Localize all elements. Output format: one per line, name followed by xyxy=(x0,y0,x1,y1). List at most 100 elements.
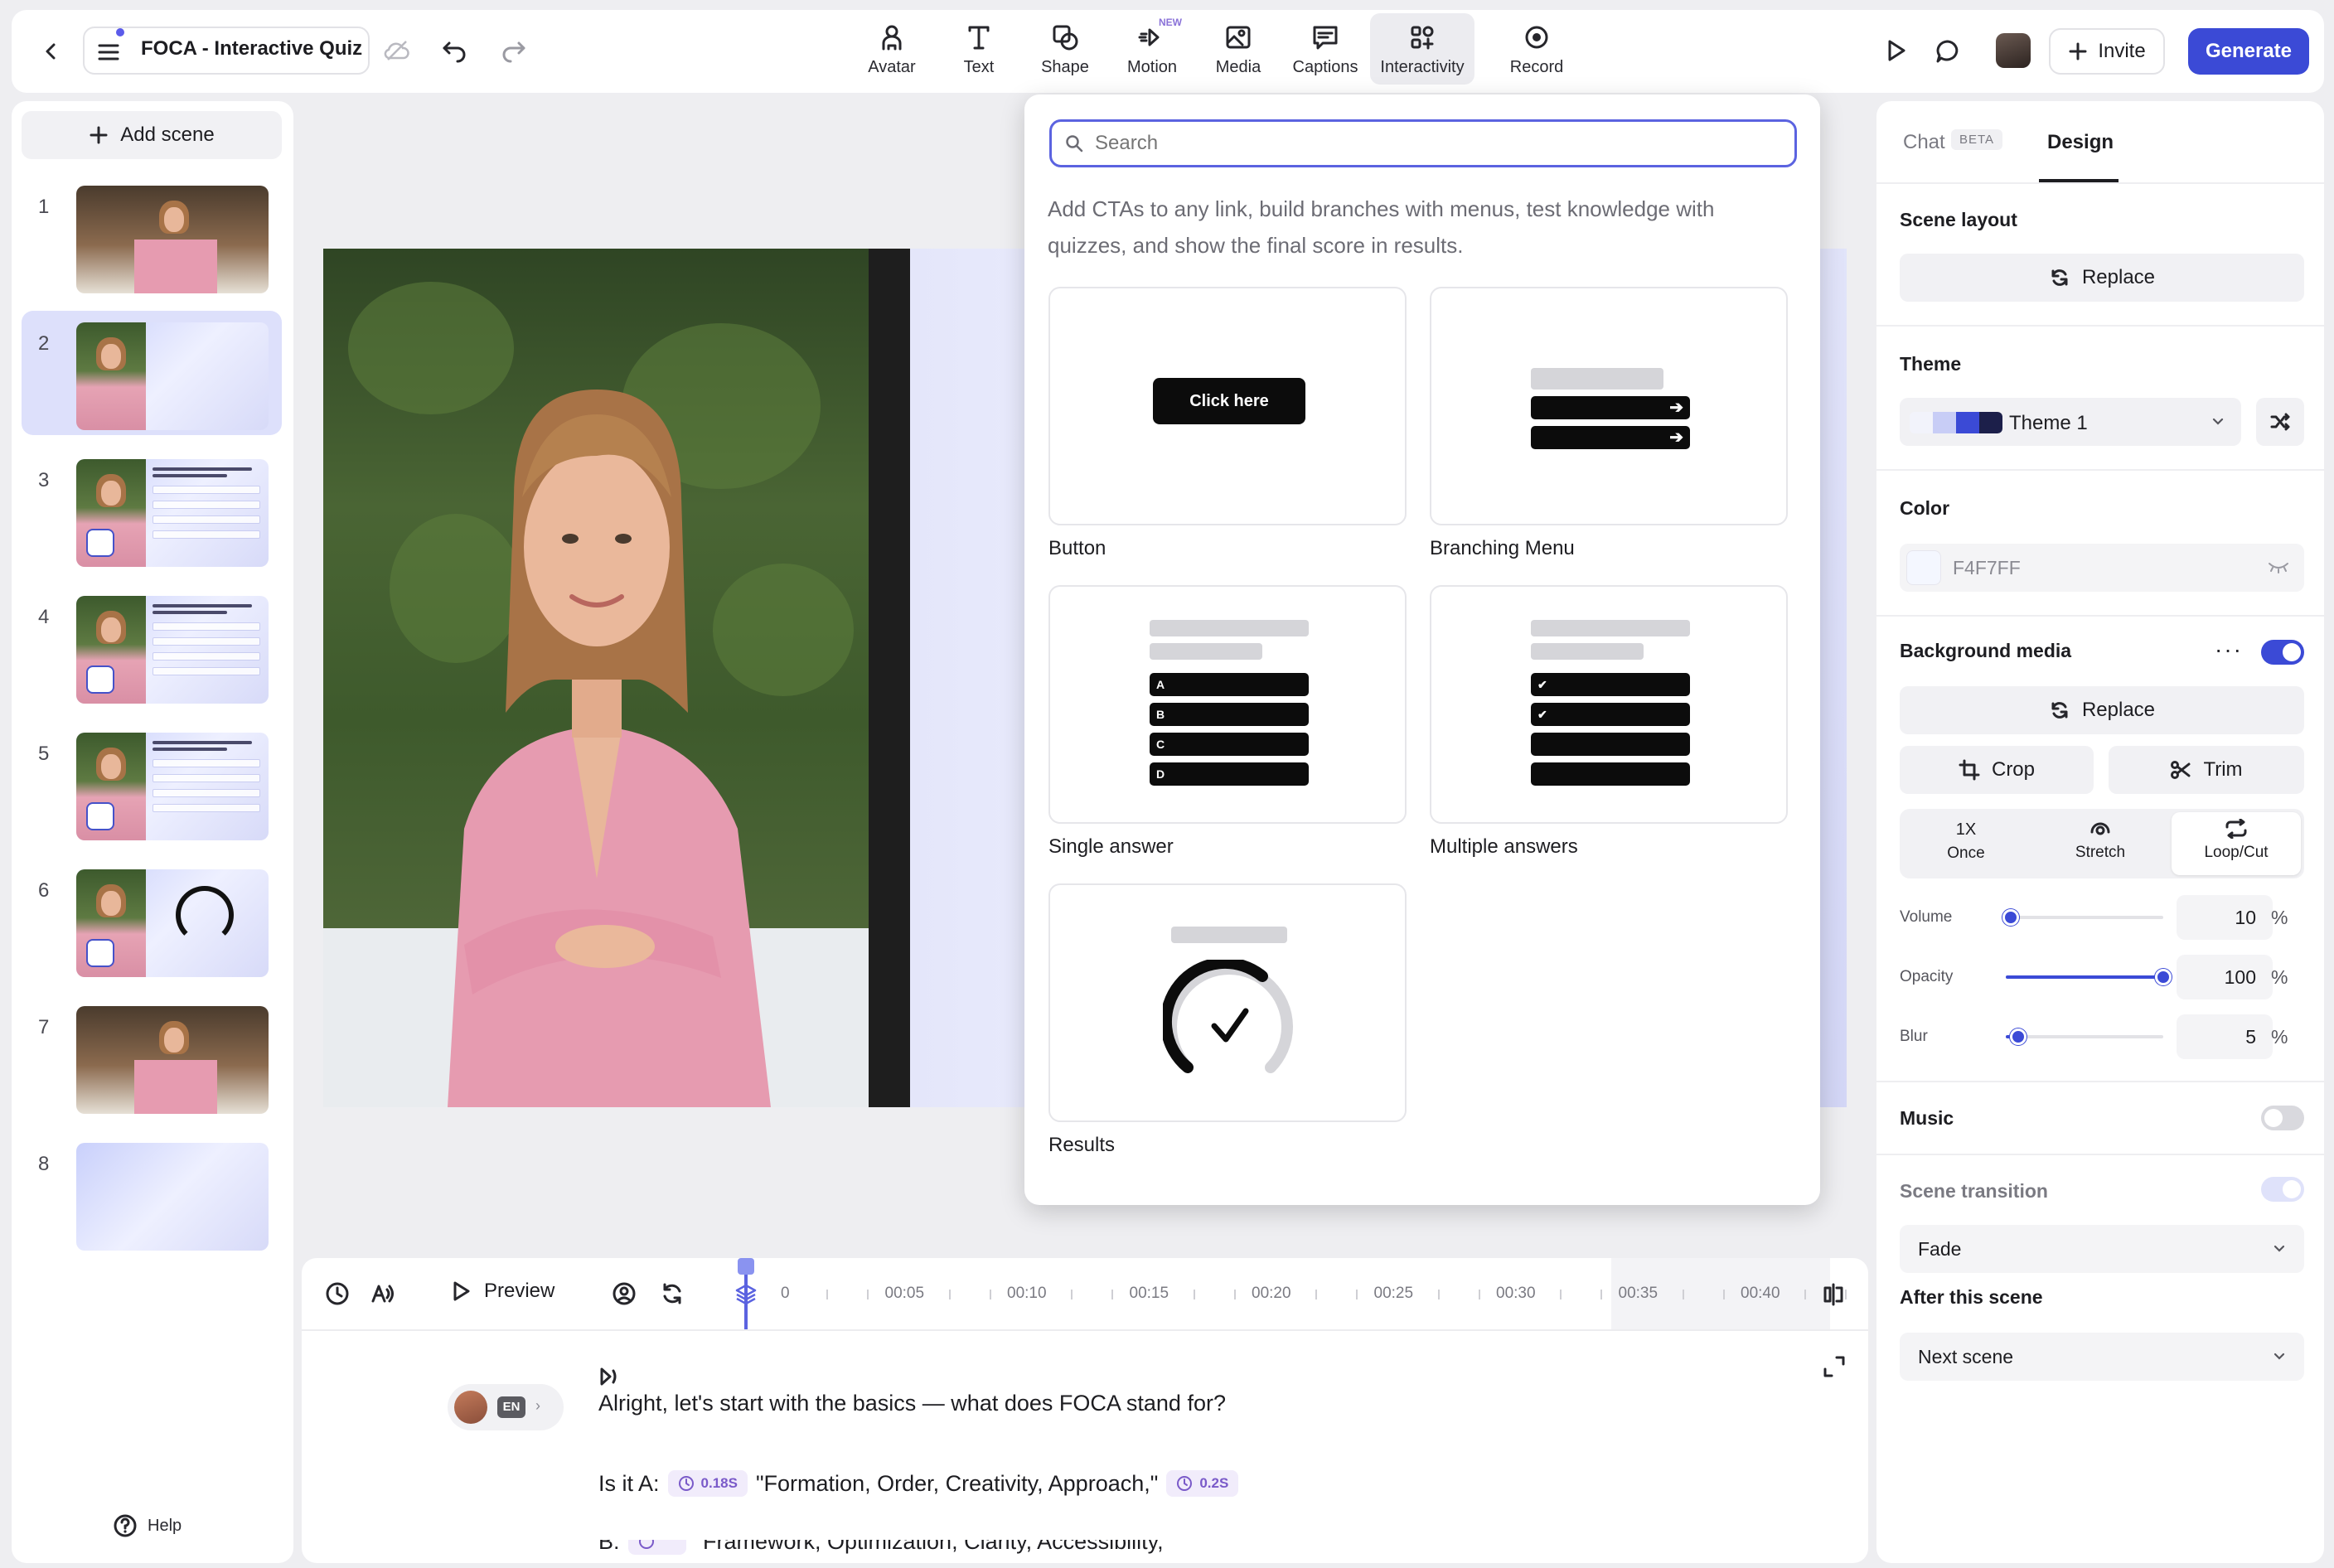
slider-value-input[interactable]: 5 xyxy=(2177,1014,2273,1059)
notification-dot xyxy=(116,28,124,36)
tool-avatar[interactable]: Avatar xyxy=(852,23,932,77)
layout-replace-button[interactable]: Replace xyxy=(1900,254,2304,302)
timeline-tick-label: 00:40 xyxy=(1741,1285,1780,1302)
scene-transition-toggle[interactable] xyxy=(2261,1177,2304,1202)
slider-track[interactable] xyxy=(2006,1028,2163,1045)
slider-fill xyxy=(2006,975,2163,979)
stretch-icon xyxy=(2090,822,2110,835)
interactivity-search[interactable] xyxy=(1049,119,1797,167)
expand-icon[interactable] xyxy=(1822,1354,1847,1379)
trim-button[interactable]: Trim xyxy=(2109,746,2304,794)
invite-button[interactable]: Invite xyxy=(2049,28,2165,75)
split-icon[interactable] xyxy=(1820,1281,1847,1308)
timeline-tick-label: 0 xyxy=(781,1285,790,1302)
clock-icon[interactable] xyxy=(325,1281,350,1306)
refresh-icon[interactable] xyxy=(660,1281,685,1306)
tool-text[interactable]: Text xyxy=(939,23,1019,77)
tab-design[interactable]: Design xyxy=(2047,131,2114,154)
pause-chip[interactable]: 0.2S xyxy=(1166,1470,1239,1497)
card-results-label: Results xyxy=(1048,1134,1116,1156)
tool-motion[interactable]: Motion xyxy=(1112,23,1192,77)
button-preview: Click here xyxy=(1153,378,1305,424)
slider-track[interactable] xyxy=(2006,969,2172,985)
tool-interactivity[interactable]: Interactivity xyxy=(1370,13,1474,85)
scene-item[interactable]: 1 xyxy=(22,174,282,298)
slider-value-input[interactable]: 100 xyxy=(2177,955,2273,999)
tool-record[interactable]: Record xyxy=(1497,23,1576,77)
slider-handle[interactable] xyxy=(2002,909,2019,926)
slider-track[interactable] xyxy=(2002,909,2163,926)
script-line[interactable]: Is it A: 0.18S "Formation, Order, Creati… xyxy=(598,1470,1239,1497)
music-toggle[interactable] xyxy=(2261,1106,2304,1130)
slider-value-input[interactable]: 10 xyxy=(2177,895,2273,940)
preview-bar xyxy=(1150,643,1262,660)
slider-handle[interactable] xyxy=(2155,969,2172,985)
crop-button[interactable]: Crop xyxy=(1900,746,2094,794)
scene-item[interactable]: 4 xyxy=(22,584,282,709)
tab-chat[interactable]: Chat xyxy=(1903,131,1945,154)
media-replace-button[interactable]: Replace xyxy=(1900,686,2304,734)
transition-select[interactable]: Fade xyxy=(1900,1225,2304,1273)
script-text: "Formation, Order, Creativity, Approach,… xyxy=(755,1470,1159,1496)
tool-shape[interactable]: Shape xyxy=(1025,23,1105,77)
scene-item[interactable]: 8 xyxy=(22,1131,282,1256)
tool-record-label: Record xyxy=(1509,58,1564,76)
add-scene-button[interactable]: Add scene xyxy=(22,111,282,159)
script-line[interactable]: Alright, let's start with the basics — w… xyxy=(598,1391,1226,1416)
background-media-toggle[interactable] xyxy=(2261,640,2304,665)
crop-icon xyxy=(1959,759,1980,781)
mode-stretch[interactable]: Stretch xyxy=(2034,812,2167,875)
scene-item[interactable]: 7 xyxy=(22,995,282,1119)
generate-button[interactable]: Generate xyxy=(2188,28,2309,75)
voice-icon[interactable] xyxy=(370,1281,395,1306)
card-branching-menu[interactable]: ➔ ➔ xyxy=(1430,287,1788,525)
eye-closed-icon[interactable] xyxy=(2268,560,2289,573)
after-scene-select[interactable]: Next scene xyxy=(1900,1333,2304,1381)
music-title: Music xyxy=(1900,1107,1954,1129)
scene-item[interactable]: 3 xyxy=(22,448,282,572)
user-avatar[interactable] xyxy=(1996,33,2031,68)
undo-icon[interactable] xyxy=(441,36,467,63)
theme-name: Theme 1 xyxy=(2009,412,2088,434)
mode-once-label: Once xyxy=(1947,844,1985,862)
script-line[interactable]: B: "Framework, Optimization, Clarity, Ac… xyxy=(598,1540,1171,1555)
card-button[interactable]: Click here xyxy=(1048,287,1407,525)
mode-once[interactable]: 1X Once xyxy=(1900,812,2032,875)
scene-item[interactable]: 2 xyxy=(22,311,282,435)
back-button[interactable] xyxy=(35,35,68,68)
color-swatch[interactable] xyxy=(1906,550,1941,585)
redo-icon[interactable] xyxy=(501,36,527,63)
avatar-video[interactable] xyxy=(323,249,869,1107)
card-results[interactable] xyxy=(1048,883,1407,1122)
tool-media[interactable]: Media xyxy=(1198,23,1278,77)
tool-captions[interactable]: Captions xyxy=(1286,23,1365,77)
add-scene-label: Add scene xyxy=(120,123,215,146)
pause-chip[interactable]: 0.18S xyxy=(667,1470,748,1497)
scene-item[interactable]: 6 xyxy=(22,858,282,982)
playhead-handle[interactable] xyxy=(738,1258,754,1275)
card-multiple-answers[interactable]: ✔ ✔ xyxy=(1430,585,1788,824)
pause-chip[interactable] xyxy=(627,1540,687,1555)
scene-number: 1 xyxy=(38,196,50,218)
mode-loop-cut[interactable]: Loop/Cut xyxy=(2170,812,2303,875)
shuffle-theme-button[interactable] xyxy=(2256,398,2304,446)
search-input[interactable] xyxy=(1095,132,1775,155)
presenter-illustration xyxy=(323,390,869,1107)
timeline-tick-label: 00:35 xyxy=(1618,1285,1658,1302)
script-motion-icon[interactable] xyxy=(593,1366,618,1387)
preview-bar xyxy=(1531,368,1663,390)
project-title[interactable]: FOCA - Interactive Quiz xyxy=(141,37,362,60)
preview-bar xyxy=(1531,643,1644,660)
scene-item[interactable]: 5 xyxy=(22,721,282,845)
divider xyxy=(1876,1154,2324,1155)
avatar-circle-icon[interactable] xyxy=(612,1281,637,1306)
more-options-icon[interactable]: ··· xyxy=(2215,636,2243,663)
tool-motion-label: Motion xyxy=(1126,58,1178,76)
card-single-answer[interactable]: A B C D xyxy=(1048,585,1407,824)
play-icon[interactable] xyxy=(1883,38,1908,63)
timeline-tick-label: 00:05 xyxy=(884,1285,925,1302)
preview-button[interactable]: Preview xyxy=(449,1280,554,1303)
comment-icon[interactable] xyxy=(1935,38,1961,65)
hamburger-icon xyxy=(98,44,119,60)
help-button[interactable]: Help xyxy=(113,1513,182,1538)
